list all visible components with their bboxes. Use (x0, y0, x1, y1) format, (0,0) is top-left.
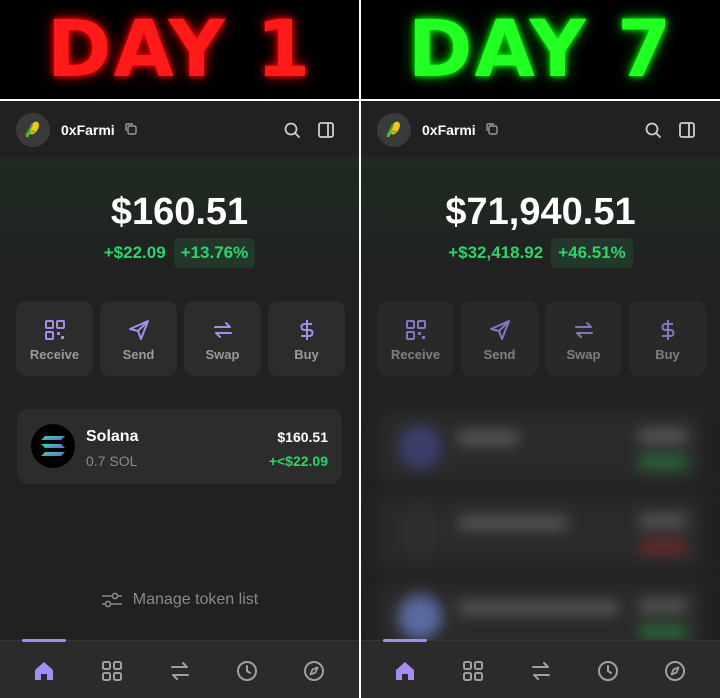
search-icon[interactable] (283, 121, 301, 139)
corn-icon (386, 121, 400, 138)
action-buttons: Receive Send Swap Buy (377, 301, 706, 376)
copy-icon[interactable] (124, 122, 138, 136)
receive-label: Receive (390, 347, 441, 362)
swap-button[interactable]: Swap (184, 301, 261, 376)
solana-logo-icon (31, 424, 75, 468)
swap-icon (574, 322, 593, 338)
token-row-solana[interactable]: Solana 0.7 SOL $160.51 +<$22.09 (17, 409, 342, 484)
total-balance: $160.51 (110, 191, 249, 233)
day1-wallet-screen: 0xFarmi $160.51 +$22.09 +13.76% Receive … (0, 101, 359, 698)
receive-button[interactable]: Receive (377, 301, 454, 376)
blurred-token-row (378, 496, 703, 568)
account-name[interactable]: 0xFarmi (61, 122, 115, 138)
dollar-icon (299, 320, 314, 340)
sliders-icon (101, 592, 122, 608)
corn-icon (25, 121, 39, 138)
token-change: +<$22.09 (268, 453, 328, 469)
token-amount: 0.7 SOL (86, 453, 138, 469)
day1-banner-text: DAY 1 (46, 4, 313, 95)
swap-label: Swap (205, 347, 240, 362)
day7-wallet-screen: 0xFarmi $71,940.51 +$32,418.92 +46.51% R… (361, 101, 720, 698)
action-buttons: Receive Send Swap Buy (16, 301, 345, 376)
token-name: Solana (86, 428, 139, 445)
sidebar-toggle-icon[interactable] (317, 121, 335, 139)
token-value: $160.51 (277, 429, 328, 445)
change-amount: +$22.09 (103, 243, 166, 262)
change-percent-badge: +46.51% (551, 238, 633, 268)
sidebar-toggle-icon[interactable] (678, 121, 696, 139)
qr-code-icon (405, 320, 426, 340)
buy-button[interactable]: Buy (629, 301, 706, 376)
swap-button[interactable]: Swap (545, 301, 622, 376)
buy-label: Buy (655, 347, 680, 362)
explore-icon[interactable] (663, 659, 687, 683)
swap-icon[interactable] (529, 659, 553, 683)
account-name[interactable]: 0xFarmi (422, 122, 476, 138)
history-icon[interactable] (596, 659, 620, 683)
receive-label: Receive (29, 347, 80, 362)
avatar[interactable] (16, 113, 50, 147)
change-percent-badge: +13.76% (173, 238, 256, 268)
send-icon (128, 320, 149, 340)
swap-label: Swap (566, 347, 601, 362)
bottom-nav (361, 639, 720, 698)
send-icon (489, 320, 510, 340)
blurred-token-list (361, 401, 720, 653)
qr-code-icon (44, 320, 65, 340)
send-label: Send (122, 347, 155, 362)
buy-button[interactable]: Buy (268, 301, 345, 376)
change-amount: +$32,418.92 (448, 243, 544, 262)
bottom-nav (0, 639, 359, 698)
day1-banner: DAY 1 (0, 0, 359, 99)
explore-icon[interactable] (302, 659, 326, 683)
grid-icon[interactable] (100, 659, 124, 683)
send-button[interactable]: Send (461, 301, 538, 376)
search-icon[interactable] (644, 121, 662, 139)
home-icon[interactable] (32, 659, 56, 683)
home-icon[interactable] (393, 659, 417, 683)
avatar[interactable] (377, 113, 411, 147)
day7-banner-text: DAY 7 (407, 4, 674, 95)
send-button[interactable]: Send (100, 301, 177, 376)
buy-label: Buy (294, 347, 319, 362)
balance-change: +$22.09 +13.76% (0, 238, 359, 268)
active-tab-indicator (22, 639, 66, 642)
blurred-token-row (378, 411, 703, 483)
total-balance: $71,940.51 (445, 191, 636, 233)
active-tab-indicator (383, 639, 427, 642)
receive-button[interactable]: Receive (16, 301, 93, 376)
swap-icon (213, 322, 232, 338)
history-icon[interactable] (235, 659, 259, 683)
copy-icon[interactable] (485, 122, 499, 136)
manage-token-list-label: Manage token list (132, 591, 259, 608)
wallet-header: 0xFarmi (361, 101, 720, 159)
swap-icon[interactable] (168, 659, 192, 683)
grid-icon[interactable] (461, 659, 485, 683)
day7-banner: DAY 7 (361, 0, 720, 99)
dollar-icon (660, 320, 675, 340)
manage-token-list-button[interactable]: Manage token list (0, 591, 359, 609)
wallet-header: 0xFarmi (0, 101, 359, 159)
solana-bars-icon (41, 436, 65, 456)
send-label: Send (483, 347, 516, 362)
balance-change: +$32,418.92 +46.51% (361, 238, 720, 268)
